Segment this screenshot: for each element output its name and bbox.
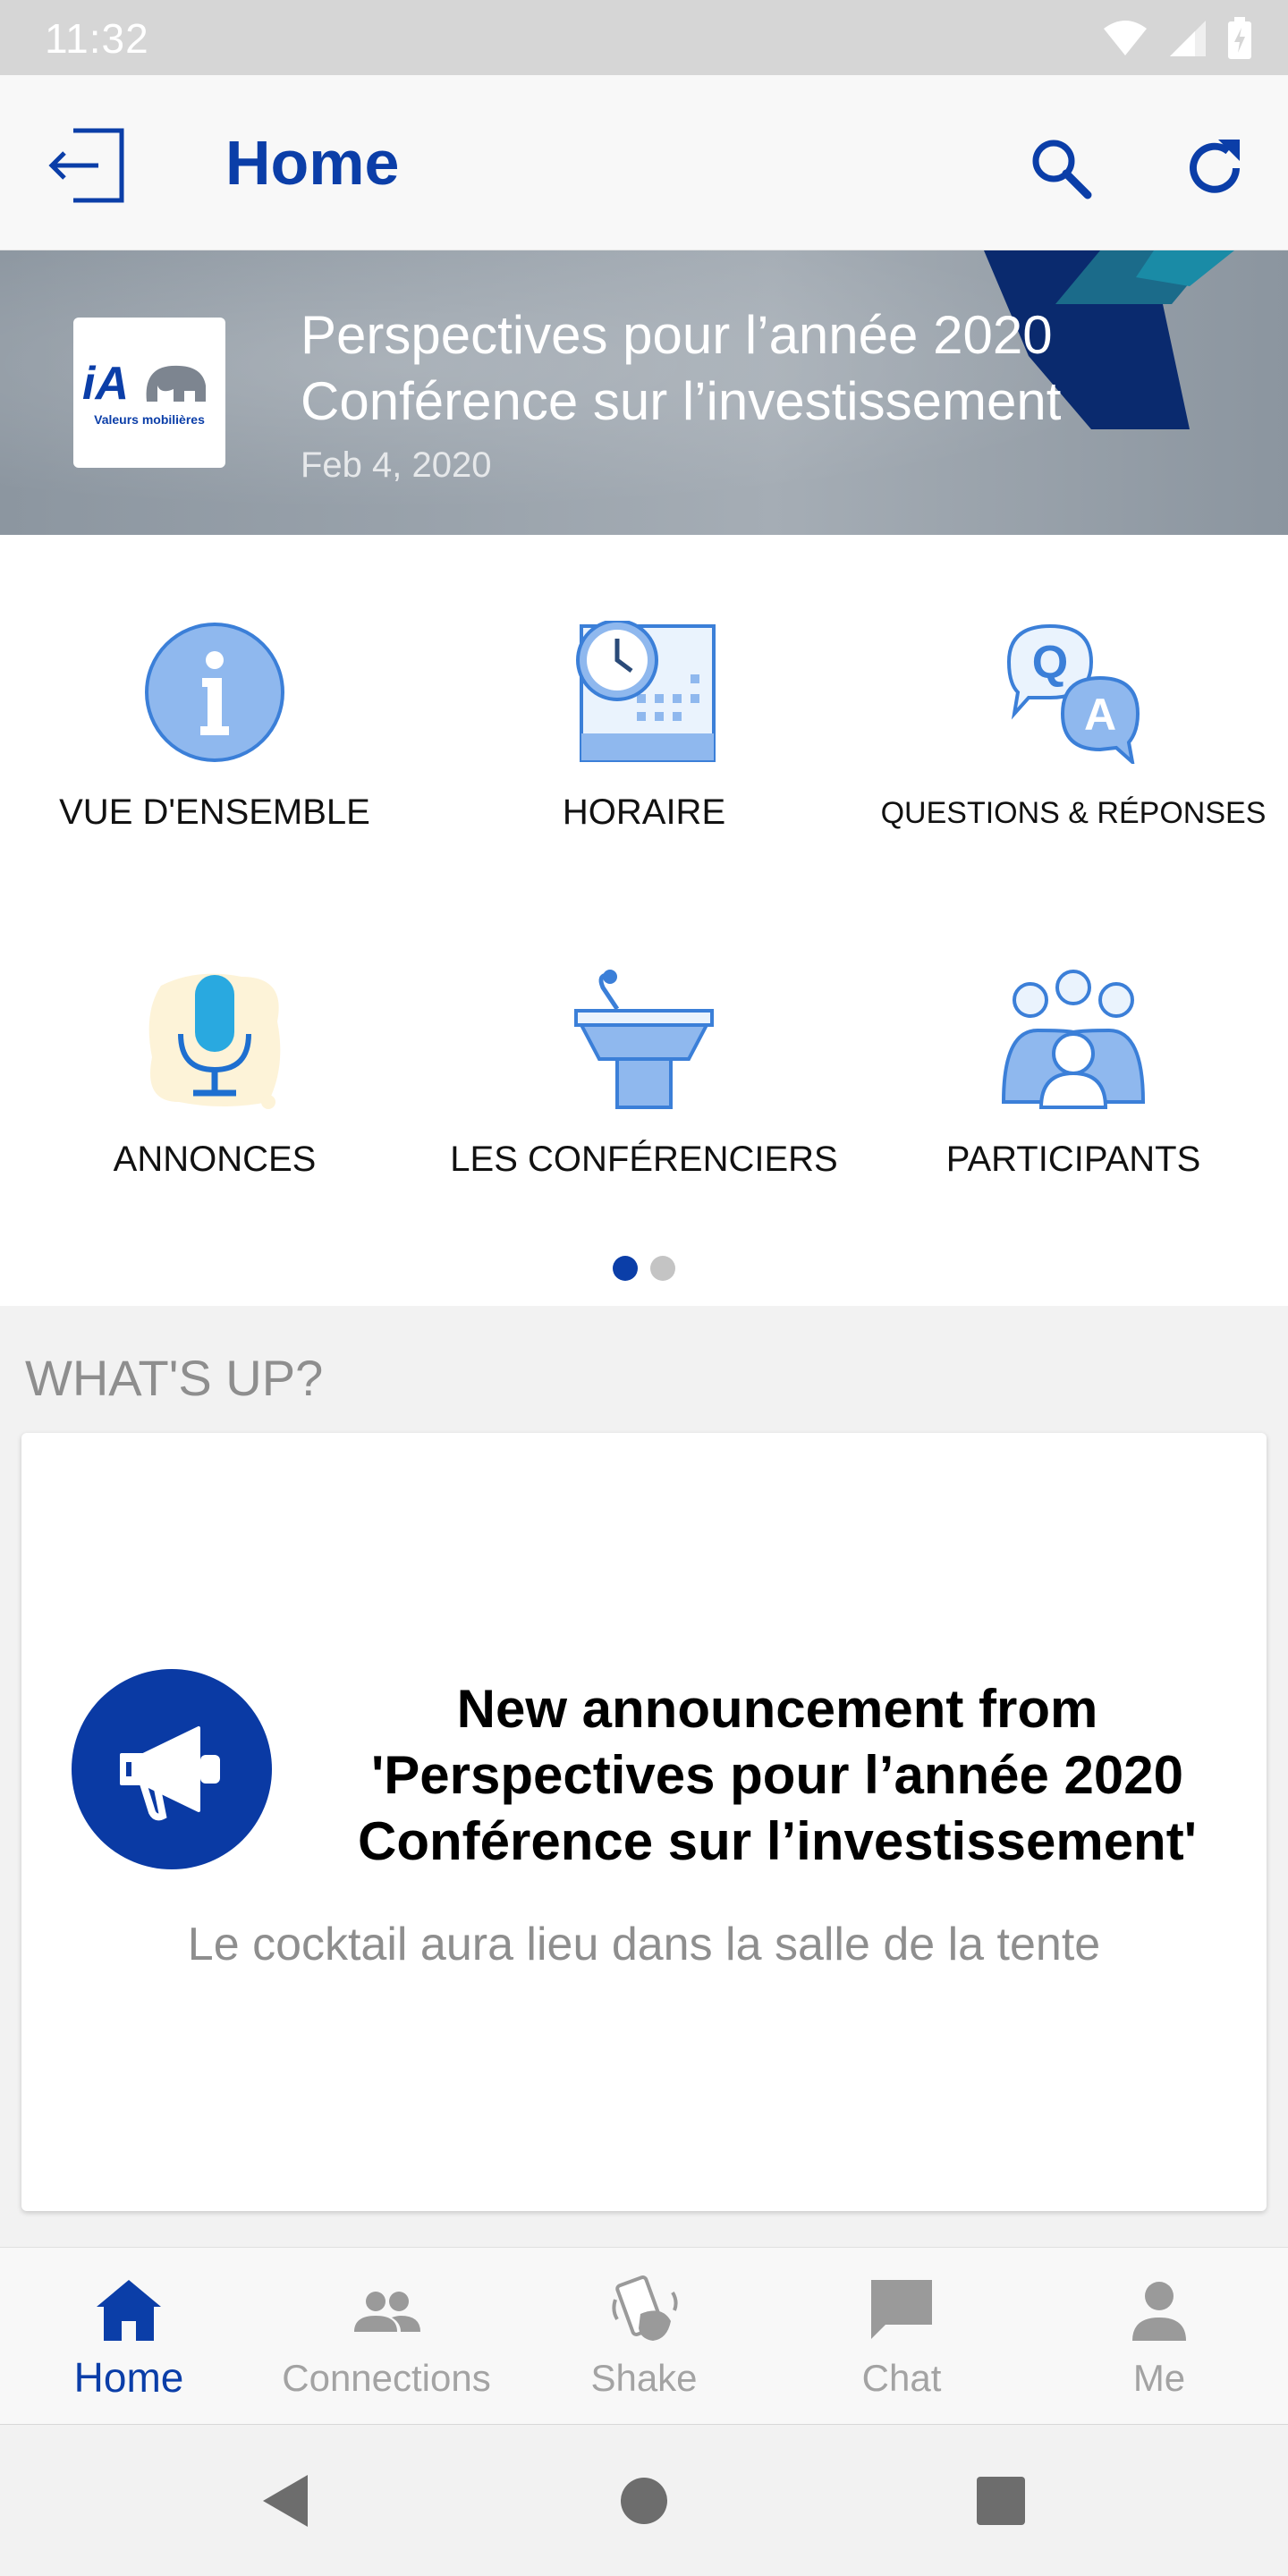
tile-vue-ensemble[interactable]: VUE D'ENSEMBLE (0, 535, 429, 832)
nav-label: Chat (861, 2357, 942, 2399)
logo-subtext: Valeurs mobilières (94, 412, 205, 427)
home-icon (97, 2280, 161, 2341)
tile-label: ANNONCES (113, 1140, 317, 1179)
battery-icon (1228, 17, 1251, 59)
status-time: 11:32 (45, 15, 149, 62)
tile-questions-reponses[interactable]: Q A QUESTIONS & RÉPONSES (859, 535, 1288, 830)
home-button-icon[interactable] (613, 2470, 675, 2532)
page-title: Home (225, 128, 400, 198)
nav-label: Me (1132, 2357, 1186, 2399)
headline-line3: Conférence sur l’investissement' (358, 1811, 1197, 1871)
search-icon[interactable] (1025, 132, 1097, 204)
feature-grid: VUE D'ENSEMBLE HORAIRE Q A QUESTIONS & R… (0, 535, 1288, 1306)
signal-icon (1170, 21, 1206, 56)
page-dot-2[interactable] (650, 1256, 675, 1281)
event-logo[interactable]: iA Valeurs mobilières (73, 318, 225, 468)
bottom-nav: Home Connections Shake Chat Me (0, 2247, 1288, 2424)
svg-text:A: A (1084, 690, 1116, 740)
event-title: Perspectives pour l’année 2020 Conférenc… (301, 302, 1195, 435)
nav-label: Connections (282, 2357, 491, 2399)
info-icon (145, 623, 284, 762)
tile-horaire[interactable]: HORAIRE (429, 535, 859, 832)
event-title-line1: Perspectives pour l’année 2020 (301, 305, 1053, 365)
schedule-icon (576, 621, 716, 762)
tile-label: LES CONFÉRENCIERS (450, 1140, 838, 1179)
tile-annonces[interactable]: ANNONCES (0, 882, 429, 1179)
exit-icon[interactable] (48, 127, 125, 204)
recents-icon[interactable] (970, 2470, 1032, 2532)
logo-text: iA (82, 358, 129, 410)
page-indicator (0, 1256, 1288, 1283)
podium-icon (574, 970, 714, 1109)
chat-icon (871, 2280, 932, 2339)
nav-label: Home (73, 2354, 184, 2401)
event-banner[interactable]: iA Valeurs mobilières Perspectives pour … (0, 250, 1288, 535)
nav-shake[interactable]: Shake (515, 2248, 773, 2425)
event-title-line2: Conférence sur l’investissement (301, 371, 1062, 431)
qa-icon: Q A (1006, 623, 1140, 764)
event-date: Feb 4, 2020 (301, 445, 492, 485)
nav-label: Shake (590, 2357, 698, 2399)
megaphone-icon (120, 1726, 220, 1821)
app-bar: Home (0, 75, 1288, 250)
whats-up-section: WHAT'S UP? New announcement from 'Perspe… (0, 1306, 1288, 2247)
svg-text:Q: Q (1032, 637, 1068, 689)
elephant-icon (146, 365, 206, 402)
page-dot-1[interactable] (613, 1256, 638, 1281)
section-title: WHAT'S UP? (25, 1350, 324, 1406)
connections-icon (354, 2292, 420, 2332)
nav-chat[interactable]: Chat (773, 2248, 1030, 2425)
person-icon (1132, 2282, 1186, 2341)
tile-label: HORAIRE (562, 792, 726, 832)
tile-label: PARTICIPANTS (945, 1140, 1201, 1179)
people-icon (1002, 970, 1145, 1109)
refresh-icon[interactable] (1179, 132, 1250, 204)
shake-icon (612, 2275, 678, 2341)
nav-connections[interactable]: Connections (258, 2248, 515, 2425)
tile-conferenciers[interactable]: LES CONFÉRENCIERS (429, 882, 859, 1179)
nav-home[interactable]: Home (0, 2248, 258, 2425)
announcement-badge (72, 1669, 272, 1869)
status-icons (1102, 16, 1252, 61)
tile-participants[interactable]: PARTICIPANTS (859, 882, 1288, 1179)
tile-label: QUESTIONS & RÉPONSES (880, 796, 1267, 830)
system-nav-bar (0, 2424, 1288, 2576)
status-bar: 11:32 (0, 0, 1288, 75)
tile-label: VUE D'ENSEMBLE (59, 792, 370, 832)
announcement-card[interactable]: New announcement from 'Perspectives pour… (21, 1433, 1267, 2211)
nav-me[interactable]: Me (1030, 2248, 1288, 2425)
announcement-headline: New announcement from 'Perspectives pour… (315, 1676, 1240, 1875)
microphone-icon (148, 973, 281, 1109)
headline-line2: 'Perspectives pour l’année 2020 (370, 1745, 1184, 1805)
announcement-body: Le cocktail aura lieu dans la salle de l… (187, 1919, 1101, 1970)
headline-line1: New announcement from (456, 1679, 1098, 1739)
back-icon[interactable] (254, 2470, 317, 2532)
wifi-icon (1104, 21, 1147, 55)
